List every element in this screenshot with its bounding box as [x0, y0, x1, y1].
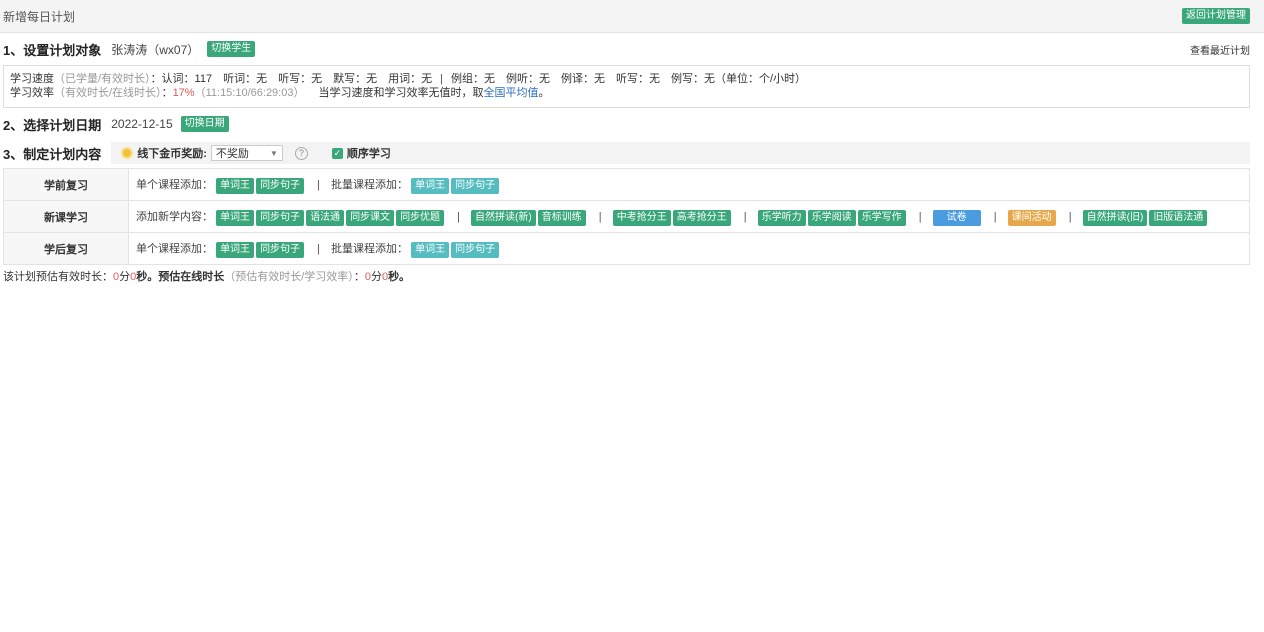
section-date: 2、选择计划日期 2022-12-15 切换日期 — [0, 111, 1264, 137]
efficiency-value: 17% — [172, 87, 195, 99]
row-content-pre-review: 单个课程添加： 单词王 同步句子 | 批量课程添加： 单词王 同步句子 — [128, 168, 1250, 201]
view-recent-plans-link[interactable]: 查看最近计划 — [1190, 42, 1250, 57]
section-target: 1、设置计划对象 张涛涛（wx07） 切换学生 查看最近计划 — [0, 36, 1264, 62]
estimate-online-label: 秒。预估在线时长 — [136, 271, 225, 283]
zhongkao-button[interactable]: 中考抢分王 — [612, 209, 671, 226]
reading-button[interactable]: 乐学阅读 — [807, 209, 856, 226]
content-options-bar: 线下金币奖励: 不奖励 ▼ ? ✓ 顺序学习 — [111, 142, 1250, 164]
estimate-online-hint: （预估有效时长/学习效率） — [224, 271, 354, 283]
post-single-sync-sentence-button[interactable]: 同步句子 — [256, 241, 305, 258]
estimate-effective-label: 该计划预估有效时长： — [3, 271, 113, 283]
speed-label: 学习速度 — [10, 73, 54, 85]
efficiency-hint: （有效时长/在线时长） — [54, 87, 162, 99]
pre-single-word-king-button[interactable]: 单词王 — [216, 177, 255, 194]
chevron-down-icon: ▼ — [269, 148, 278, 158]
minute-unit: 分 — [119, 271, 131, 283]
divider: | — [317, 242, 320, 255]
divider: | — [1068, 210, 1072, 223]
divider: | — [598, 210, 602, 223]
help-icon[interactable]: ? — [294, 146, 308, 160]
coin-icon — [121, 147, 134, 159]
sequential-checkbox[interactable]: ✓ — [331, 147, 343, 159]
efficiency-colon: ： — [161, 87, 173, 99]
natural-phonics-old-button[interactable]: 自然拼读(旧) — [1082, 209, 1148, 226]
efficiency-end: 。 — [538, 87, 550, 99]
estimate-online-colon: ： — [353, 271, 365, 283]
pre-batch-word-king-button[interactable]: 单词王 — [411, 177, 450, 194]
efficiency-line: 学习效率（有效时长/在线时长）：17%（11:15:10/66:29:03） 当学… — [10, 86, 1243, 100]
section-target-heading: 1、设置计划对象 — [3, 42, 102, 58]
batch-course-label: 批量课程添加： — [331, 178, 409, 191]
efficiency-note: 当学习速度和学习效率无值时，取 — [318, 87, 484, 99]
table-row: 学后复习 单个课程添加： 单词王 同步句子 | 批量课程添加： 单词王 同步句子 — [3, 232, 1250, 265]
divider: | — [743, 210, 747, 223]
efficiency-detail: （11:15:10/66:29:03） — [194, 87, 305, 99]
reward-label: 线下金币奖励: — [137, 148, 207, 160]
divider: | — [440, 73, 443, 85]
speed-items-2: 例组：无 例听：无 例译：无 听写：无 例写：无（单位：个/小时） — [450, 73, 807, 85]
divider: | — [993, 210, 997, 223]
row-label-pre-review: 学前复习 — [3, 168, 129, 201]
batch-course-label: 批量课程添加： — [331, 242, 409, 255]
speed-line: 学习速度（已学量/有效时长）：认词：117 听词：无 听写：无 默写：无 用词：… — [10, 72, 1243, 86]
post-batch-word-king-button[interactable]: 单词王 — [411, 241, 450, 258]
post-single-word-king-button[interactable]: 单词王 — [216, 241, 255, 258]
single-course-label: 单个课程添加： — [136, 242, 213, 255]
national-average-link[interactable]: 全国平均值 — [483, 87, 538, 99]
row-label-new-lesson: 新课学习 — [3, 200, 129, 233]
speed-items: ：认词：117 听词：无 听写：无 默写：无 用词：无 — [150, 73, 433, 85]
back-to-plan-management-button[interactable]: 返回计划管理 — [1182, 8, 1250, 24]
gaokao-button[interactable]: 高考抢分王 — [672, 209, 731, 226]
post-batch-sync-sentence-button[interactable]: 同步句子 — [451, 241, 500, 258]
section-content-heading: 3、制定计划内容 — [3, 146, 102, 162]
single-course-label: 单个课程添加： — [136, 178, 213, 191]
sequential-label: 顺序学习 — [346, 148, 391, 160]
section-date-heading: 2、选择计划日期 — [3, 117, 102, 133]
old-grammar-button[interactable]: 旧版语法通 — [1149, 209, 1208, 226]
phonetics-training-button[interactable]: 音标训练 — [537, 209, 586, 226]
page-title: 新增每日计划 — [3, 9, 76, 24]
new-sync-text-button[interactable]: 同步课文 — [346, 209, 395, 226]
new-grammar-button[interactable]: 语法通 — [306, 209, 345, 226]
row-label-post-review: 学后复习 — [3, 232, 129, 265]
reward-select-value: 不奖励 — [215, 148, 249, 160]
new-sync-questions-button[interactable]: 同步优题 — [396, 209, 445, 226]
table-row: 新课学习 添加新学内容： 单词王 同步句子 语法通 同步课文 同步优题 | 自然拼读(新… — [3, 200, 1250, 233]
top-bar: 新增每日计划 返回计划管理 — [0, 0, 1264, 33]
section-content: 3、制定计划内容 线下金币奖励: 不奖励 ▼ ? ✓ 顺序学习 — [0, 140, 1264, 166]
divider: | — [457, 210, 460, 223]
new-sync-sentence-button[interactable]: 同步句子 — [256, 209, 305, 226]
listening-button[interactable]: 乐学听力 — [757, 209, 806, 226]
switch-date-button[interactable]: 切换日期 — [180, 116, 229, 132]
writing-button[interactable]: 乐学写作 — [857, 209, 906, 226]
divider: | — [317, 178, 320, 191]
plan-date: 2022-12-15 — [111, 117, 173, 131]
efficiency-label: 学习效率 — [10, 87, 54, 99]
pre-batch-sync-sentence-button[interactable]: 同步句子 — [451, 177, 500, 194]
natural-phonics-new-button[interactable]: 自然拼读(新) — [471, 209, 536, 226]
exam-paper-button[interactable]: 试卷 — [932, 209, 981, 226]
new-word-king-button[interactable]: 单词王 — [216, 209, 255, 226]
reward-select[interactable]: 不奖励 ▼ — [210, 145, 283, 161]
break-activity-button[interactable]: 课间活动 — [1007, 209, 1056, 226]
pre-single-sync-sentence-button[interactable]: 同步句子 — [256, 177, 305, 194]
row-content-post-review: 单个课程添加： 单词王 同步句子 | 批量课程添加： 单词王 同步句子 — [128, 232, 1250, 265]
speed-hint: （已学量/有效时长） — [54, 73, 151, 85]
divider: | — [918, 210, 922, 223]
minute-unit: 分 — [370, 271, 382, 283]
row-content-new-lesson: 添加新学内容： 单词王 同步句子 语法通 同步课文 同步优题 | 自然拼读(新) 音标训练… — [128, 200, 1250, 233]
plan-table: 学前复习 单个课程添加： 单词王 同步句子 | 批量课程添加： 单词王 同步句子 新… — [3, 168, 1250, 265]
add-new-content-label: 添加新学内容： — [136, 210, 213, 223]
estimate-footer: 该计划预估有效时长：0分0秒。预估在线时长（预估有效时长/学习效率）：0分0秒。 — [0, 268, 1264, 284]
stats-box: 学习速度（已学量/有效时长）：认词：117 听词：无 听写：无 默写：无 用词：… — [3, 65, 1250, 108]
student-name: 张涛涛（wx07） — [111, 42, 200, 57]
switch-student-button[interactable]: 切换学生 — [207, 41, 256, 57]
table-row: 学前复习 单个课程添加： 单词王 同步句子 | 批量课程添加： 单词王 同步句子 — [3, 168, 1250, 201]
second-unit: 秒。 — [388, 271, 411, 283]
